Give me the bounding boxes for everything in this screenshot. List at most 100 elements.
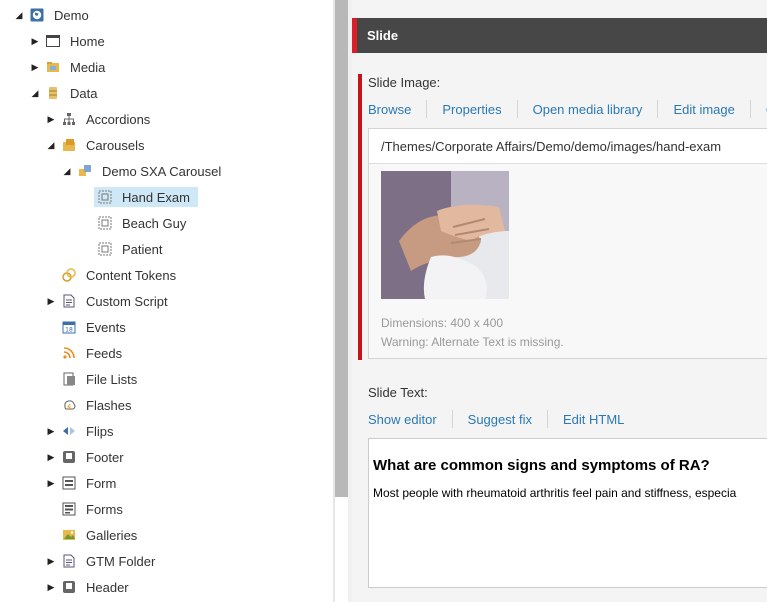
slide-image-actions: Browse Properties Open media library Edi…	[368, 100, 767, 118]
tree-node-demo-sxa-carousel[interactable]: ◢ Demo SXA Carousel	[62, 158, 225, 184]
field-required-bar	[358, 74, 362, 360]
image-path: /Themes/Corporate Affairs/Demo/demo/imag…	[369, 129, 767, 164]
forms-icon	[62, 502, 76, 516]
media-folder-icon	[46, 60, 60, 74]
suggest-fix-link[interactable]: Suggest fix	[468, 412, 532, 427]
expand-arrow-icon[interactable]: ▶	[46, 106, 56, 132]
expand-arrow-icon[interactable]: ▶	[46, 574, 56, 600]
tree-node-feeds[interactable]: Feeds	[46, 340, 126, 366]
alt-text-warning: Warning: Alternate Text is missing.	[381, 335, 564, 349]
hierarchy-icon	[62, 112, 76, 126]
tree-node-events[interactable]: 18 Events	[46, 314, 130, 340]
script-icon	[62, 294, 76, 308]
expand-arrow-icon[interactable]: ▶	[46, 418, 56, 444]
expand-arrow-icon[interactable]: ▶	[30, 54, 40, 80]
tree-label: Data	[70, 85, 98, 101]
edit-html-link[interactable]: Edit HTML	[563, 412, 624, 427]
tree-label: Flips	[86, 423, 114, 439]
tokens-icon	[62, 268, 76, 282]
collapse-arrow-icon[interactable]: ◢	[62, 158, 72, 184]
show-editor-link[interactable]: Show editor	[368, 412, 437, 427]
tree-label: Custom Script	[86, 293, 168, 309]
tree-node-forms[interactable]: Forms	[46, 496, 127, 522]
form-icon	[62, 476, 76, 490]
separator	[749, 100, 751, 118]
tree-label: Demo SXA Carousel	[102, 163, 222, 179]
rich-text-field[interactable]: What are common signs and symptoms of RA…	[368, 438, 767, 588]
tree-node-carousels[interactable]: ◢ Carousels	[46, 132, 149, 158]
expand-arrow-icon[interactable]: ▶	[46, 444, 56, 470]
open-media-library-link[interactable]: Open media library	[533, 102, 643, 117]
gallery-icon	[62, 528, 76, 542]
tree-label: Carousels	[86, 137, 145, 153]
image-metadata: Dimensions: 400 x 400 Warning: Alternate…	[381, 314, 564, 352]
tree-node-patient[interactable]: Patient	[78, 236, 166, 262]
separator	[546, 410, 548, 428]
tree-node-header[interactable]: ▶ Header	[46, 574, 133, 600]
gtm-folder-icon	[62, 554, 76, 568]
tree-label: Beach Guy	[122, 215, 187, 231]
tree-label: Patient	[122, 241, 163, 257]
edit-image-link[interactable]: Edit image	[673, 102, 734, 117]
rich-text-body: Most people with rheumatoid arthritis fe…	[373, 486, 737, 500]
tree-label: Galleries	[86, 527, 138, 543]
tree-label: Forms	[86, 501, 123, 517]
flip-icon	[62, 424, 76, 438]
section-header[interactable]: Slide	[352, 18, 767, 53]
tree-node-media[interactable]: ▶ Media	[30, 54, 109, 80]
slide-image-label: Slide Image:	[368, 75, 441, 90]
image-field: /Themes/Corporate Affairs/Demo/demo/imag…	[368, 128, 767, 359]
tree-node-beach-guy[interactable]: Beach Guy	[78, 210, 190, 236]
globe-icon	[30, 8, 44, 22]
tree-node-footer[interactable]: ▶ Footer	[46, 444, 128, 470]
tree-label: File Lists	[86, 371, 138, 387]
collapse-arrow-icon[interactable]: ◢	[30, 80, 40, 106]
browse-link[interactable]: Browse	[368, 102, 411, 117]
tree-label: Demo	[54, 7, 89, 23]
tree-node-content-tokens[interactable]: Content Tokens	[46, 262, 180, 288]
tree-node-accordions[interactable]: ▶ Accordions	[46, 106, 154, 132]
tree-node-data[interactable]: ◢ Data	[30, 80, 101, 106]
tree-label: Content Tokens	[86, 267, 177, 283]
tree-node-custom-script[interactable]: ▶ Custom Script	[46, 288, 172, 314]
carousel-folder-icon	[62, 138, 76, 152]
separator	[451, 410, 453, 428]
tree-node-file-lists[interactable]: File Lists	[46, 366, 141, 392]
rich-text-heading: What are common signs and symptoms of RA…	[373, 457, 710, 474]
tree-label: Footer	[86, 449, 124, 465]
tree-label: Hand Exam	[122, 189, 190, 205]
tree-node-flips[interactable]: ▶ Flips	[46, 418, 117, 444]
expand-arrow-icon[interactable]: ▶	[30, 28, 40, 54]
tree-node-demo[interactable]: ◢ Demo	[14, 2, 93, 28]
collapse-arrow-icon[interactable]: ◢	[14, 2, 24, 28]
collapse-arrow-icon[interactable]: ◢	[46, 132, 56, 158]
tree-label: Form	[86, 475, 117, 491]
tree-node-home[interactable]: ▶ Home	[30, 28, 109, 54]
tree-node-flashes[interactable]: Flashes	[46, 392, 136, 418]
data-cylinder-icon	[46, 86, 60, 100]
tree-node-hand-exam[interactable]: Hand Exam	[78, 184, 198, 210]
tree-label: Header	[86, 579, 129, 595]
image-thumbnail[interactable]	[381, 171, 509, 299]
tree-node-galleries[interactable]: Galleries	[46, 522, 141, 548]
expand-arrow-icon[interactable]: ▶	[46, 470, 56, 496]
tree-node-form[interactable]: ▶ Form	[46, 470, 120, 496]
properties-link[interactable]: Properties	[442, 102, 501, 117]
tree-label: Events	[86, 319, 126, 335]
hands-photo	[381, 171, 509, 299]
expand-arrow-icon[interactable]: ▶	[46, 288, 56, 314]
flash-icon	[62, 398, 76, 412]
section-title: Slide	[367, 28, 399, 43]
tree-label: Feeds	[86, 345, 123, 361]
footer-icon	[62, 450, 76, 464]
file-list-icon	[62, 372, 76, 386]
slide-icon	[98, 216, 112, 230]
panel-splitter[interactable]	[335, 0, 348, 497]
expand-arrow-icon[interactable]: ▶	[46, 548, 56, 574]
tree-node-gtm-folder[interactable]: ▶ GTM Folder	[46, 548, 159, 574]
slide-icon	[98, 190, 112, 204]
content-editor: Slide Slide Image: Browse Properties Ope…	[352, 0, 767, 602]
image-dimensions: Dimensions: 400 x 400	[381, 316, 504, 330]
window-icon	[46, 34, 60, 48]
slide-text-actions: Show editor Suggest fix Edit HTML	[368, 410, 624, 428]
